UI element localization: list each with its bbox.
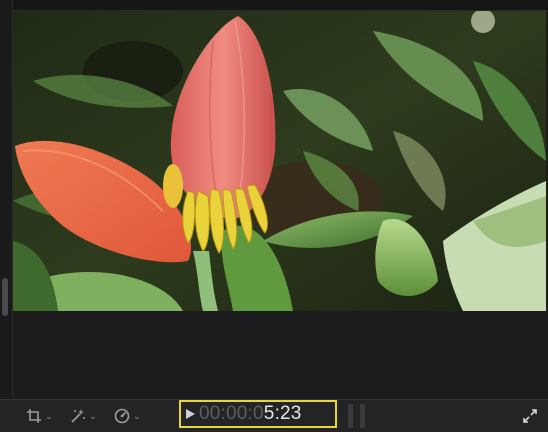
- top-strip: [0, 0, 548, 11]
- crop-tool[interactable]: ⌄: [26, 406, 53, 426]
- chevron-down-icon: ⌄: [45, 410, 53, 421]
- play-icon[interactable]: [186, 409, 195, 419]
- chevron-down-icon: ⌄: [89, 410, 97, 421]
- banana-flower-frame: [13, 11, 546, 311]
- vertical-scrollbar-thumb[interactable]: [2, 278, 8, 316]
- audio-meter-right: [360, 404, 365, 428]
- fullscreen-icon[interactable]: [522, 408, 538, 424]
- speed-tool[interactable]: ⌄: [114, 406, 141, 426]
- left-gutter: [0, 0, 13, 400]
- audio-meter-left: [348, 404, 353, 428]
- crop-icon: [27, 409, 41, 423]
- chevron-down-icon: ⌄: [133, 410, 141, 421]
- playback-toolbar: ⌄ ⌄ ⌄ 00:00:0 5:23: [0, 399, 548, 432]
- empty-viewer-area: [13, 311, 548, 399]
- magic-wand-icon: [71, 409, 85, 423]
- enhance-tool[interactable]: ⌄: [70, 406, 97, 426]
- speed-gauge-icon: [114, 408, 130, 424]
- timecode-display[interactable]: 00:00:0 5:23: [179, 400, 337, 428]
- timecode-leading: 00:00:0: [199, 403, 264, 424]
- video-viewer[interactable]: [13, 11, 546, 311]
- timecode-value: 5:23: [263, 403, 302, 424]
- video-editor-window: ⌄ ⌄ ⌄ 00:00:0 5:23: [0, 0, 548, 432]
